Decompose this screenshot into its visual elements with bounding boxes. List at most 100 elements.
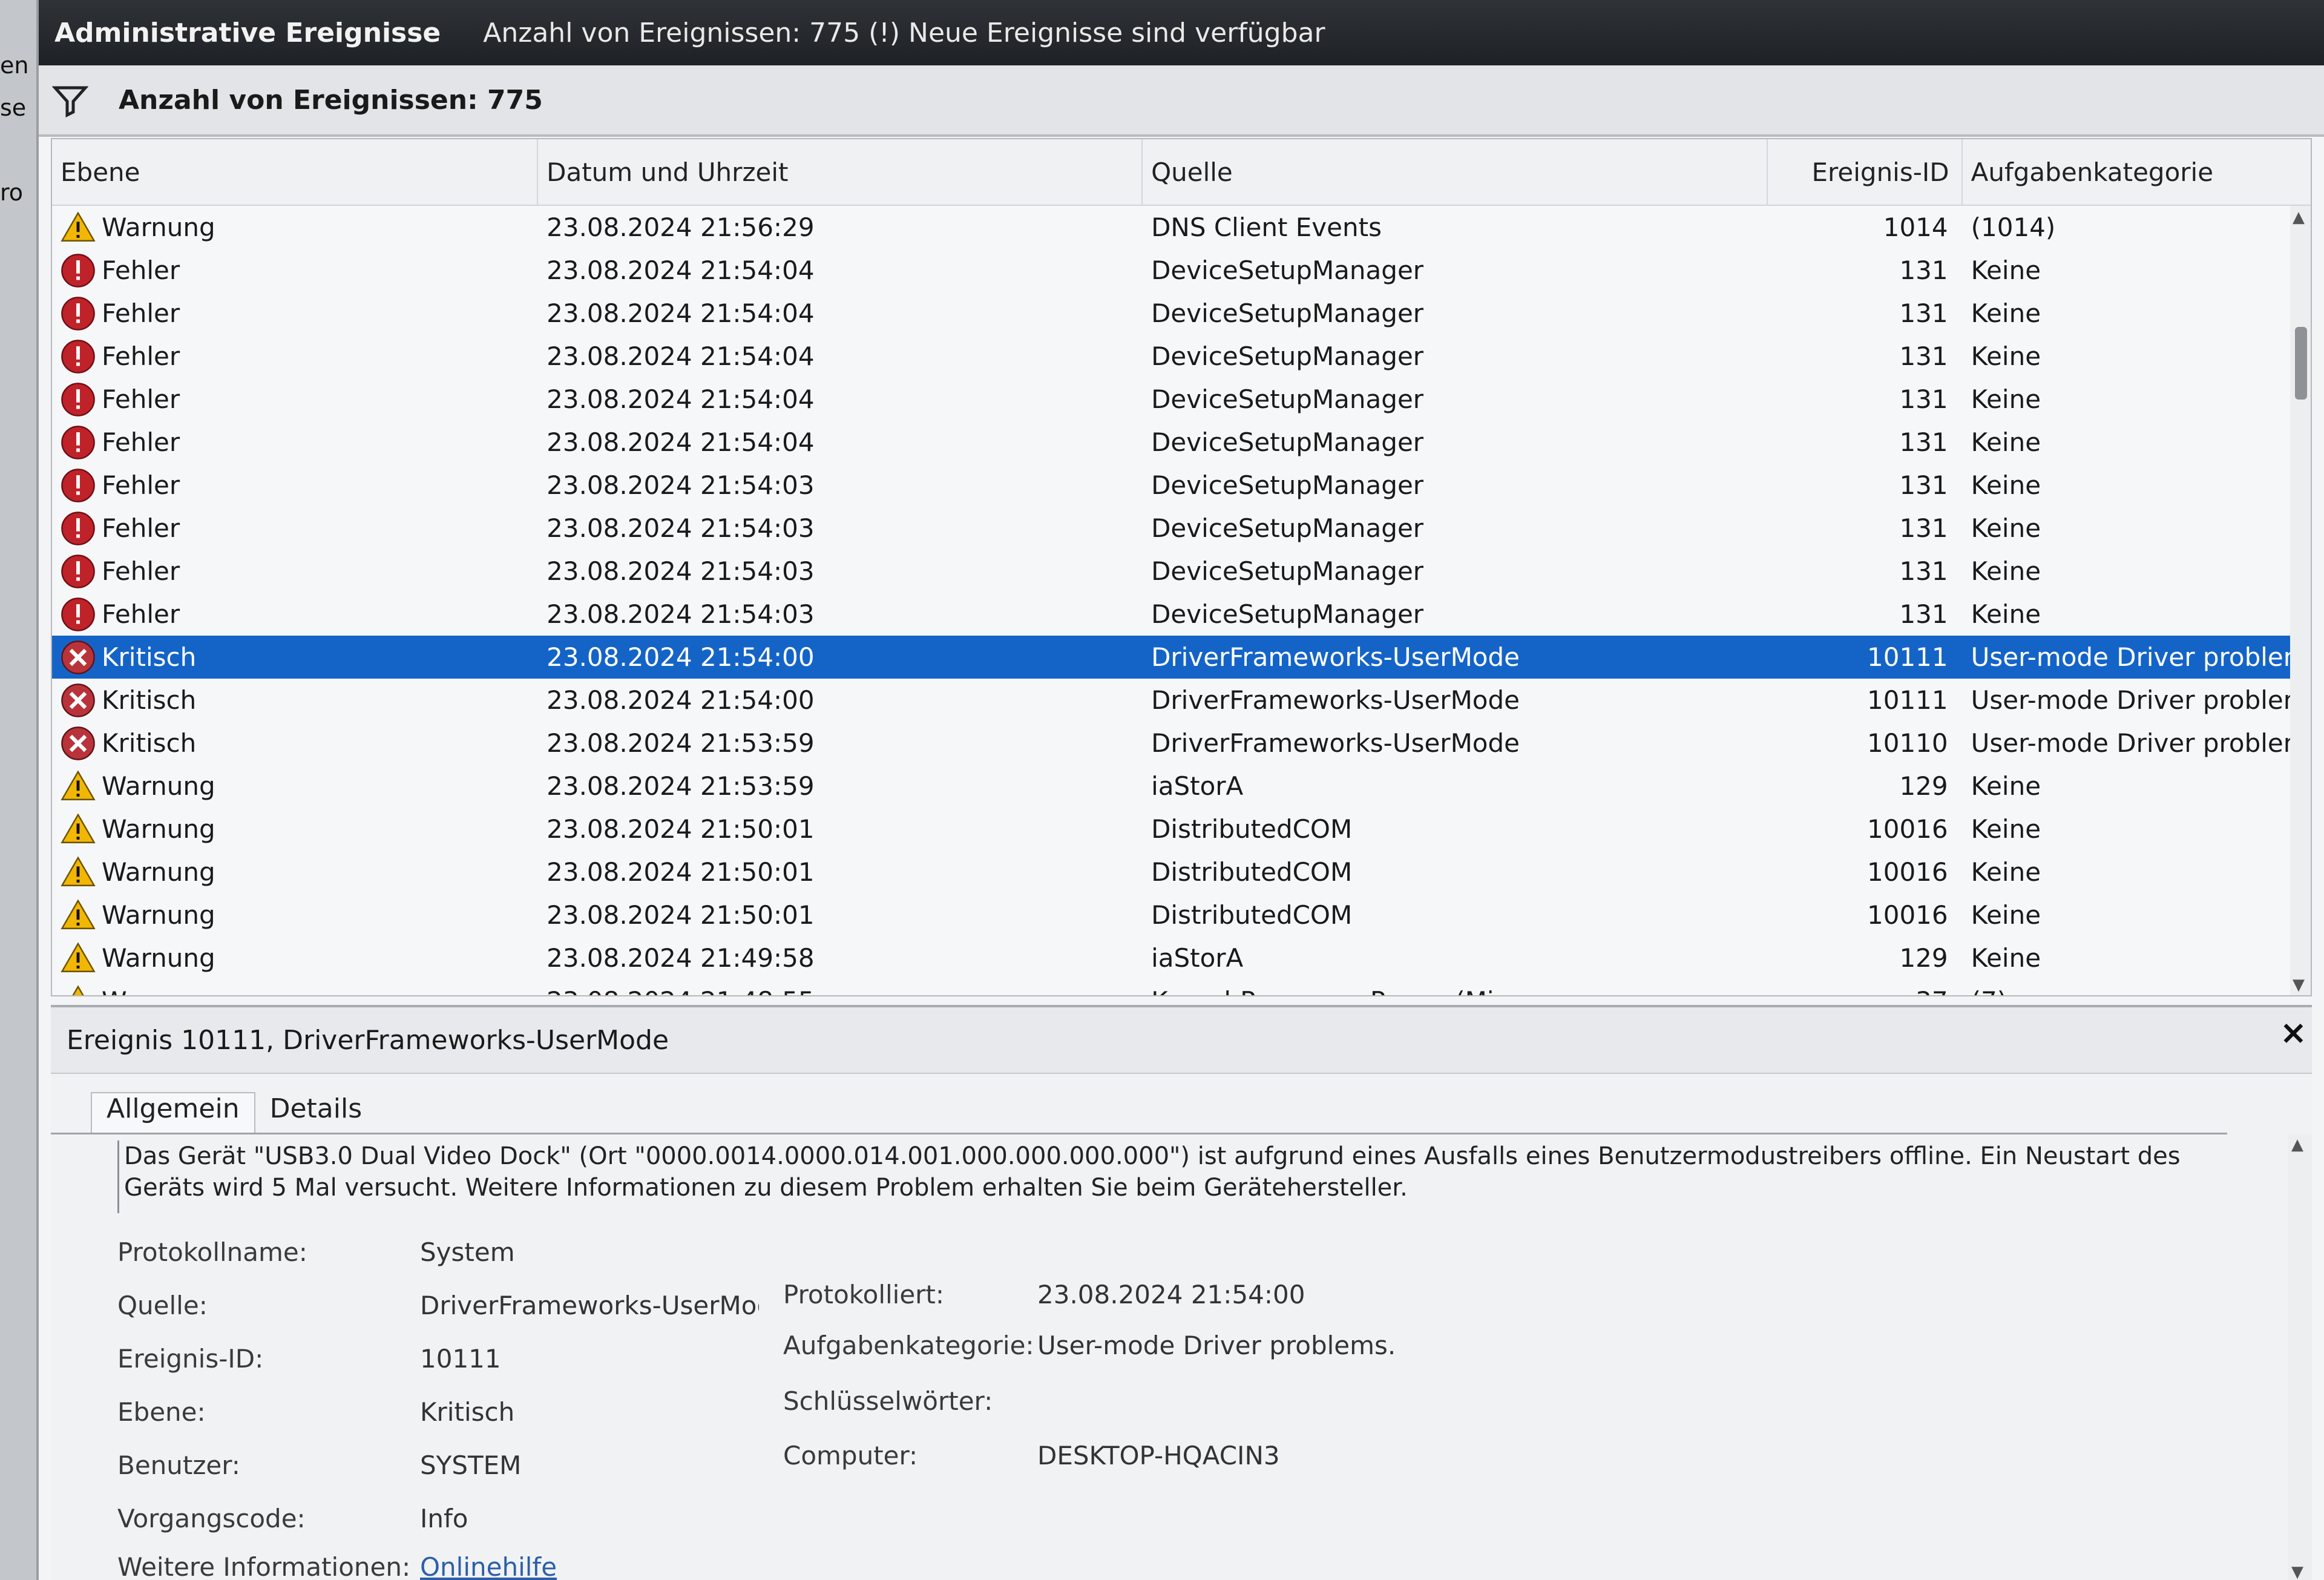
table-row[interactable]: Warnung 23.08.2024 21:49:58 iaStorA 129 Kein…: [52, 936, 2311, 979]
error-icon: [61, 339, 95, 374]
table-scrollbar[interactable]: ▲ ▼: [2290, 206, 2311, 995]
cell-event-id: 37: [1768, 986, 1963, 995]
cell-source: DistributedCOM: [1151, 857, 1353, 887]
prop-label-log-name: Protokollname:: [117, 1237, 307, 1267]
critical-icon: [61, 726, 95, 760]
scroll-up-arrow-icon[interactable]: ▲: [2293, 208, 2305, 226]
cell-source: Kernel-Processor-Power (Micr...: [1143, 986, 1768, 995]
cell-event-id: 10111: [1867, 685, 1948, 715]
cell-task-category: Keine: [1971, 900, 2041, 930]
tab-details[interactable]: Details: [255, 1093, 377, 1133]
cell-source: DeviceSetupManager: [1151, 513, 1424, 543]
cell-task-category: Keine: [1971, 814, 2041, 844]
cell-date: 23.08.2024 21:54:03: [547, 599, 815, 629]
cell-task-category: Keine: [1971, 341, 2041, 371]
cell-task-category: Keine: [1971, 556, 2041, 586]
error-icon: [61, 296, 95, 331]
cell-event-id: 131: [1899, 341, 1948, 371]
cell-event-id: 10016: [1867, 900, 1948, 930]
cell-level: Fehler: [52, 339, 538, 374]
critical-icon: [61, 640, 95, 674]
table-row[interactable]: Fehler 23.08.2024 21:54:04 DeviceSetupMana…: [52, 378, 2311, 421]
table-row[interactable]: Fehler 23.08.2024 21:54:04 DeviceSetupMana…: [52, 292, 2311, 335]
filter-bar: Anzahl von Ereignissen: 775: [39, 65, 2324, 137]
cell-date: 23.08.2024 21:54:03: [547, 556, 815, 586]
cell-source: iaStorA: [1151, 771, 1244, 801]
column-header-source[interactable]: Quelle: [1143, 139, 1768, 205]
close-icon[interactable]: ×: [2280, 1013, 2307, 1052]
cell-level: Warnung: [52, 210, 538, 245]
level-text: Warnung: [102, 212, 215, 242]
table-row[interactable]: Warnung 23.08.2024 21:50:01 DistributedCOM…: [52, 808, 2311, 851]
detail-scrollbar[interactable]: ▲ ▼: [2288, 1134, 2312, 1580]
warning-icon: [72, 984, 84, 995]
column-header-task-category[interactable]: Aufgabenkategorie: [1963, 139, 2311, 205]
table-row[interactable]: Warnung 23.08.2024 21:50:01 DistributedCOM…: [52, 851, 2311, 894]
cell-task-category: Keine: [1971, 470, 2041, 500]
cell-task-category: User-mode Driver problems.: [1971, 642, 2311, 672]
detail-header: Ereignis 10111, DriverFrameworks-UserMod…: [51, 1007, 2312, 1074]
table-row[interactable]: Fehler 23.08.2024 21:54:03 DeviceSetupMana…: [52, 464, 2311, 507]
cell-level: Fehler: [52, 425, 538, 460]
cell-date: 23.08.2024 21:54:03: [547, 513, 815, 543]
cell-source: DistributedCOM: [1151, 814, 1353, 844]
table-row[interactable]: Kritisch 23.08.2024 21:54:00 DriverFramewo…: [52, 679, 2311, 722]
table-row[interactable]: Fehler 23.08.2024 21:54:03 DeviceSetupMana…: [52, 550, 2311, 593]
prop-label-keywords: Schlüsselwörter:: [783, 1386, 993, 1416]
table-body: Warnung 23.08.2024 21:56:29 DNS Client Eve…: [52, 206, 2311, 995]
table-row[interactable]: Fehler 23.08.2024 21:54:03 DeviceSetupMana…: [52, 593, 2311, 636]
cell-event-id: 131: [1899, 427, 1948, 457]
warning-icon: [61, 898, 96, 929]
filter-icon[interactable]: [52, 82, 88, 118]
scroll-down-arrow-icon[interactable]: ▼: [2291, 1563, 2303, 1580]
cell-task-category: Keine: [1971, 857, 2041, 887]
cell-date: 23.08.2024 21:50:01: [547, 857, 815, 887]
table-row[interactable]: Fehler 23.08.2024 21:54:04 DeviceSetupMana…: [52, 335, 2311, 378]
prop-value-user: SYSTEM: [420, 1450, 522, 1480]
cell-level: Warnung: [52, 769, 538, 804]
prop-value-event-id: 10111: [420, 1344, 501, 1374]
cell-date: 23.08.2024 21:54:04: [547, 341, 815, 371]
cell-task-category: User-mode Driver problems.: [1971, 685, 2311, 715]
table-row[interactable]: Warnung 23.08.2024 21:48:55Kernel-Process…: [52, 979, 2311, 995]
cell-date: 23.08.2024 21:53:59: [547, 771, 815, 801]
online-help-link[interactable]: Onlinehilfe: [420, 1552, 557, 1580]
left-pane-edge: en se ro: [0, 0, 39, 1580]
level-text: Fehler: [102, 298, 180, 328]
scroll-up-arrow-icon[interactable]: ▲: [2291, 1136, 2303, 1154]
cell-event-id: 131: [1899, 384, 1948, 414]
column-header-event-id[interactable]: Ereignis-ID: [1768, 139, 1963, 205]
table-row[interactable]: Kritisch 23.08.2024 21:54:00 DriverFramewo…: [52, 636, 2311, 679]
table-row[interactable]: Fehler 23.08.2024 21:54:04 DeviceSetupMana…: [52, 421, 2311, 464]
prop-label-source: Quelle:: [117, 1291, 208, 1320]
scroll-thumb[interactable]: [2295, 327, 2307, 400]
table-row[interactable]: Warnung 23.08.2024 21:56:29 DNS Client Eve…: [52, 206, 2311, 249]
tab-allgemein[interactable]: Allgemein: [91, 1092, 255, 1133]
cell-source: DeviceSetupManager: [1151, 556, 1424, 586]
table-row[interactable]: Fehler 23.08.2024 21:54:03 DeviceSetupMana…: [52, 507, 2311, 550]
table-row[interactable]: Fehler 23.08.2024 21:54:04 DeviceSetupMana…: [52, 249, 2311, 292]
table-row[interactable]: Kritisch 23.08.2024 21:53:59 DriverFramewo…: [52, 722, 2311, 765]
level-text: Warnung: [102, 814, 215, 844]
warning-icon: [61, 855, 96, 886]
table-row[interactable]: Warnung 23.08.2024 21:50:01 DistributedCOM…: [52, 894, 2311, 936]
level-text: Fehler: [102, 599, 180, 629]
left-pane-text: en: [0, 52, 29, 79]
level-text: Warnung: [102, 900, 215, 930]
cell-date: 23.08.2024 21:54:00: [547, 642, 815, 672]
cell-event-id: 131: [1899, 513, 1948, 543]
column-header-level[interactable]: Ebene: [52, 139, 539, 205]
level-text: Warnung: [102, 771, 215, 801]
cell-task-category: Keine: [1971, 298, 2041, 328]
scroll-down-arrow-icon[interactable]: ▼: [2293, 976, 2305, 994]
cell-level: Warnung: [52, 898, 538, 933]
column-header-date[interactable]: Datum und Uhrzeit: [538, 139, 1143, 205]
level-text: Fehler: [102, 427, 180, 457]
table-row[interactable]: Warnung 23.08.2024 21:53:59 iaStorA 129 Kein…: [52, 765, 2311, 808]
cell-date: 23.08.2024 21:54:04: [547, 384, 815, 414]
cell-source: DeviceSetupManager: [1151, 341, 1424, 371]
event-description[interactable]: Das Gerät "USB3.0 Dual Video Dock" (Ort …: [117, 1141, 2221, 1213]
event-count-status[interactable]: Anzahl von Ereignissen: 775 (!) Neue Ere…: [483, 18, 1325, 48]
level-text: Fehler: [102, 556, 180, 586]
cell-level: Warnung: [52, 855, 538, 890]
